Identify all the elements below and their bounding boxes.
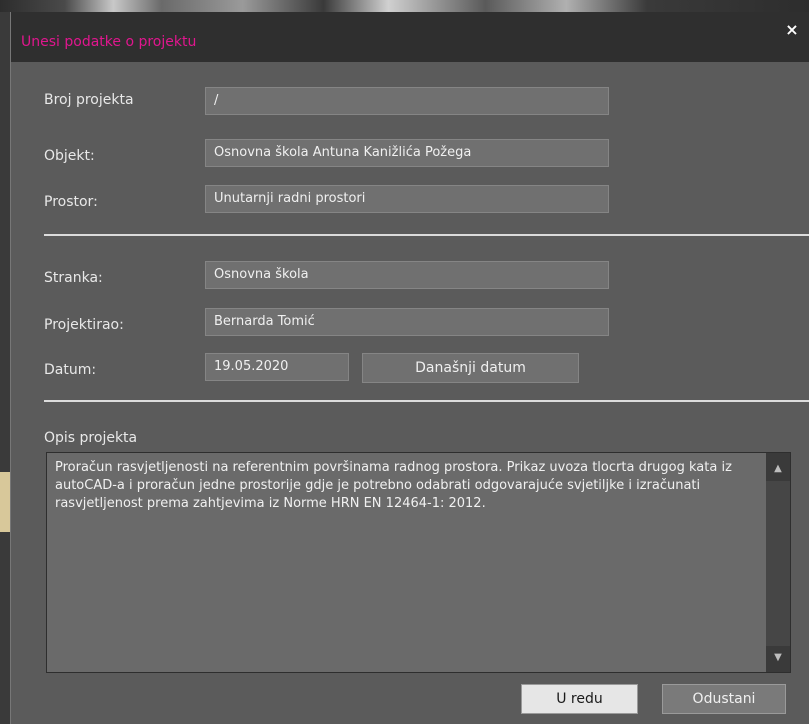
ok-button[interactable]: U redu xyxy=(521,684,638,714)
close-icon[interactable]: × xyxy=(782,20,802,40)
cancel-button[interactable]: Odustani xyxy=(662,684,786,714)
background-app-edge xyxy=(0,12,10,724)
opis-projekta-textarea[interactable]: Proračun rasvjetljenosti na referentnim … xyxy=(46,452,791,673)
arrow-up-icon[interactable]: ▲ xyxy=(766,457,790,481)
projektirao-input[interactable]: Bernarda Tomić xyxy=(205,308,609,336)
broj-projekta-input[interactable]: / xyxy=(205,87,609,115)
project-data-dialog: Unesi podatke o projektu × Broj projekta… xyxy=(10,12,809,724)
label-stranka: Stranka: xyxy=(44,270,103,286)
label-datum: Datum: xyxy=(44,362,97,378)
section-divider-2 xyxy=(44,400,809,402)
label-prostor: Prostor: xyxy=(44,194,98,210)
label-opis-projekta: Opis projekta xyxy=(44,430,138,446)
background-accent xyxy=(0,472,10,532)
arrow-down-icon[interactable]: ▼ xyxy=(766,646,790,670)
section-divider-1 xyxy=(44,234,809,236)
objekt-input[interactable]: Osnovna škola Antuna Kanižlića Požega xyxy=(205,139,609,167)
stranka-input[interactable]: Osnovna škola xyxy=(205,261,609,289)
label-broj-projekta: Broj projekta xyxy=(44,92,134,108)
prostor-input[interactable]: Unutarnji radni prostori xyxy=(205,185,609,213)
dialog-titlebar[interactable]: Unesi podatke o projektu × xyxy=(11,12,809,62)
scroll-track[interactable] xyxy=(766,481,790,646)
description-scrollbar[interactable]: ▲ ▼ xyxy=(766,453,790,672)
label-projektirao: Projektirao: xyxy=(44,317,124,333)
opis-projekta-text[interactable]: Proračun rasvjetljenosti na referentnim … xyxy=(55,459,755,513)
dialog-title: Unesi podatke o projektu xyxy=(21,34,197,50)
label-objekt: Objekt: xyxy=(44,148,95,164)
datum-input[interactable]: 19.05.2020 xyxy=(205,353,349,381)
background-app-strip xyxy=(0,0,809,12)
today-date-button[interactable]: Današnji datum xyxy=(362,353,579,383)
